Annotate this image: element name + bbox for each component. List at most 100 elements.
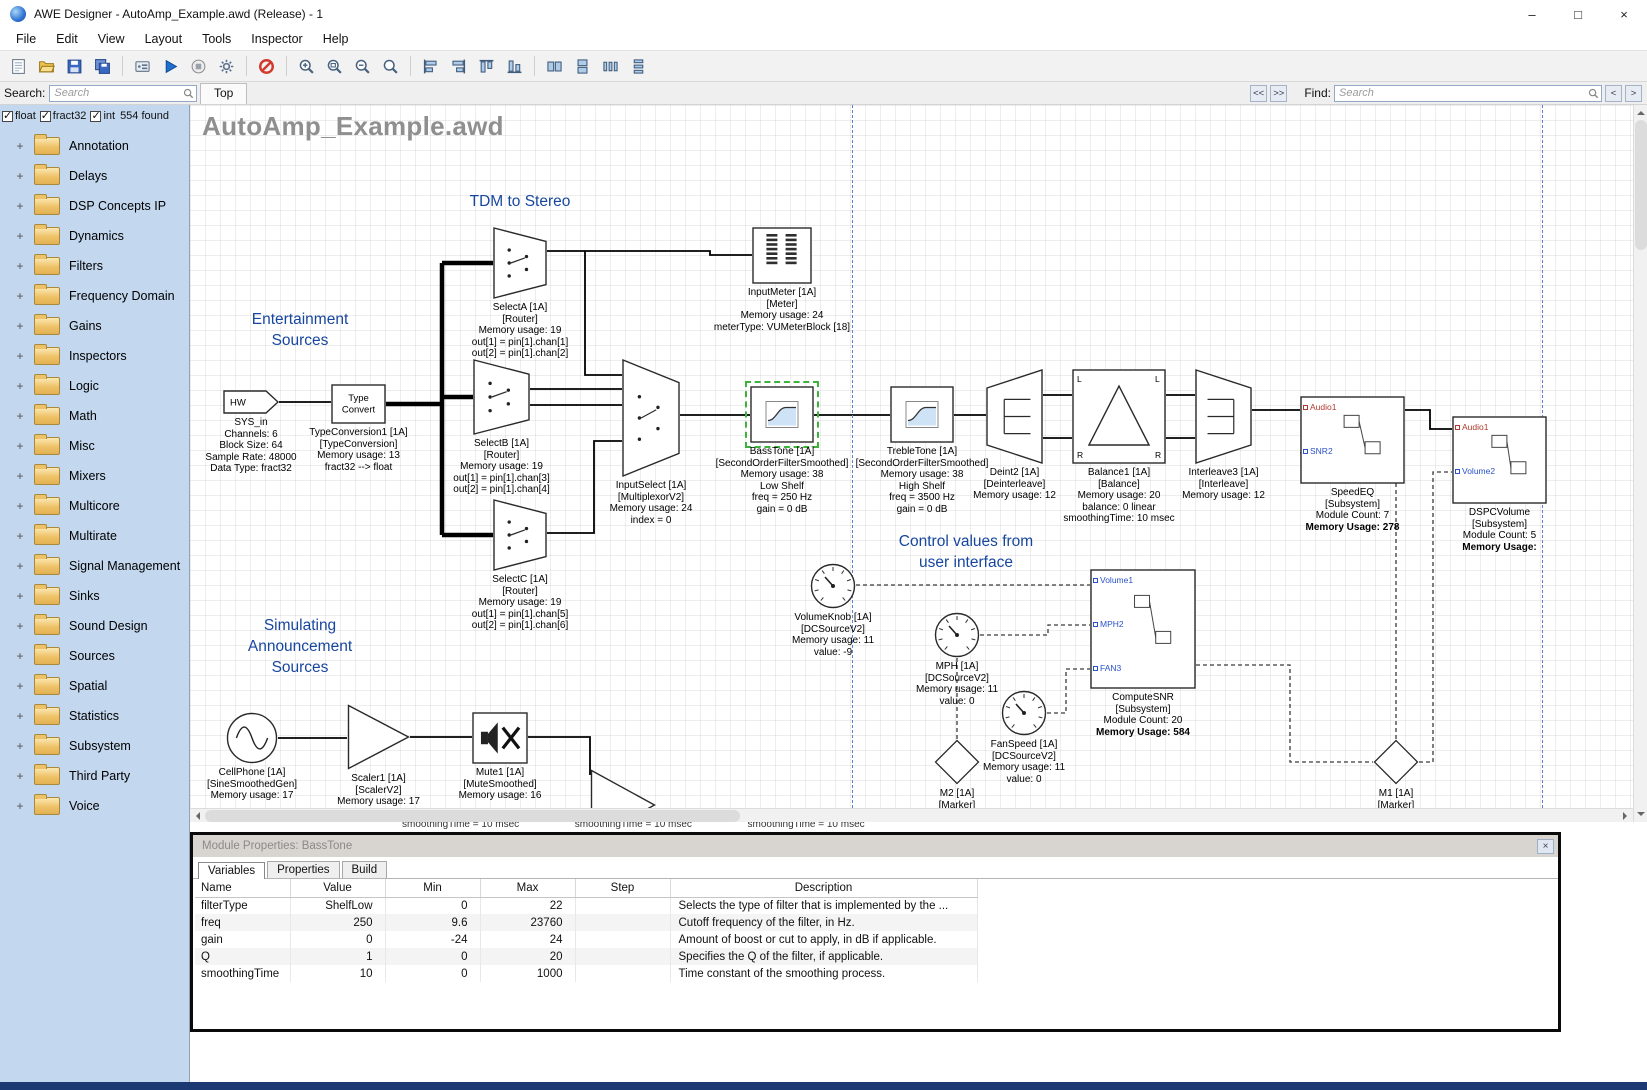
expand-icon[interactable]: + (15, 619, 25, 633)
block-sys-in[interactable]: HW (223, 390, 279, 414)
settings-button[interactable] (213, 53, 240, 79)
block-inputselect[interactable] (622, 359, 680, 477)
sidebar-item-frequency-domain[interactable]: +Frequency Domain (0, 281, 189, 311)
title-bar[interactable]: AWE Designer - AutoAmp_Example.awd (Rele… (0, 0, 1647, 28)
block-fanspeed[interactable] (1001, 690, 1047, 736)
checkbox-int[interactable] (90, 111, 101, 122)
sidebar-item-mixers[interactable]: +Mixers (0, 461, 189, 491)
align-bottom-button[interactable] (501, 53, 528, 79)
annotation-tdm-to-stereo[interactable]: TDM to Stereo (470, 191, 571, 212)
halt-button[interactable] (253, 53, 280, 79)
expand-icon[interactable]: + (15, 169, 25, 183)
scroll-left-button[interactable] (190, 809, 204, 823)
same-height-button[interactable] (569, 53, 596, 79)
expand-icon[interactable]: + (15, 649, 25, 663)
sidebar-item-annotation[interactable]: +Annotation (0, 131, 189, 161)
expand-icon[interactable]: + (15, 589, 25, 603)
same-width-button[interactable] (541, 53, 568, 79)
sidebar-item-sound-design[interactable]: +Sound Design (0, 611, 189, 641)
menu-layout[interactable]: Layout (135, 30, 193, 48)
expand-icon[interactable]: + (15, 289, 25, 303)
sidebar-item-filters[interactable]: +Filters (0, 251, 189, 281)
find-next-all-button[interactable]: >> (1270, 85, 1287, 102)
block-m1[interactable] (1373, 739, 1419, 785)
annotation-entertainment-sources[interactable]: Entertainment Sources (252, 309, 349, 351)
scroll-up-button[interactable] (1634, 105, 1647, 119)
filter-fract32[interactable]: fract32 (40, 110, 87, 122)
block-cellphone[interactable] (226, 712, 278, 764)
align-right-button[interactable] (445, 53, 472, 79)
block-deint2[interactable] (986, 369, 1043, 464)
expand-icon[interactable]: + (15, 409, 25, 423)
menu-inspector[interactable]: Inspector (241, 30, 312, 48)
sidebar-item-third-party[interactable]: +Third Party (0, 761, 189, 791)
block-speedeq[interactable]: Audio1SNR2 (1300, 396, 1405, 484)
build-button[interactable] (129, 53, 156, 79)
menu-file[interactable]: File (6, 30, 46, 48)
block-computesnr[interactable]: Volume1MPH2FAN3 (1090, 569, 1196, 689)
variable-row-smoothingtime[interactable]: smoothingTime1001000Time constant of the… (195, 965, 977, 982)
module-search-input[interactable] (49, 85, 197, 102)
save-button[interactable] (61, 53, 88, 79)
zoom-in-button[interactable] (293, 53, 320, 79)
block-m2[interactable] (934, 739, 980, 785)
scroll-down-button[interactable] (1634, 808, 1647, 822)
sidebar-item-inspectors[interactable]: +Inspectors (0, 341, 189, 371)
expand-icon[interactable]: + (15, 199, 25, 213)
new-button[interactable] (5, 53, 32, 79)
menu-help[interactable]: Help (313, 30, 359, 48)
var-value[interactable]: 10 (290, 965, 385, 982)
run-button[interactable] (157, 53, 184, 79)
expand-icon[interactable]: + (15, 259, 25, 273)
sidebar-item-logic[interactable]: +Logic (0, 371, 189, 401)
sidebar-item-gains[interactable]: +Gains (0, 311, 189, 341)
sidebar-item-signal-management[interactable]: +Signal Management (0, 551, 189, 581)
sidebar-item-subsystem[interactable]: +Subsystem (0, 731, 189, 761)
variable-row-freq[interactable]: freq2509.623760Cutoff frequency of the f… (195, 914, 977, 931)
sidebar-item-math[interactable]: +Math (0, 401, 189, 431)
expand-icon[interactable]: + (15, 379, 25, 393)
filter-float[interactable]: float (2, 110, 36, 122)
stop-button[interactable] (185, 53, 212, 79)
find-prev-button[interactable]: < (1605, 85, 1622, 102)
block-selectb[interactable] (473, 359, 530, 435)
expand-icon[interactable]: + (15, 799, 25, 813)
sidebar-item-multicore[interactable]: +Multicore (0, 491, 189, 521)
hscroll-thumb[interactable] (205, 810, 740, 822)
block-scaler1[interactable] (347, 704, 410, 770)
annotation-control-values[interactable]: Control values from user interface (899, 531, 1033, 573)
block-mute1[interactable] (472, 712, 528, 764)
expand-icon[interactable]: + (15, 469, 25, 483)
zoom-fit-button[interactable] (377, 53, 404, 79)
find-input[interactable] (1334, 85, 1602, 102)
expand-icon[interactable]: + (15, 439, 25, 453)
scroll-right-button[interactable] (1619, 809, 1633, 823)
expand-icon[interactable]: + (15, 679, 25, 693)
block-balance1[interactable]: LRLR (1072, 369, 1166, 464)
block-interleave3[interactable] (1195, 369, 1252, 464)
align-left-button[interactable] (417, 53, 444, 79)
block-selectc[interactable] (493, 499, 547, 571)
props-panel-titlebar[interactable]: Module Properties: BassTone × (193, 835, 1558, 857)
space-h-button[interactable] (597, 53, 624, 79)
zoom-region-button[interactable] (321, 53, 348, 79)
var-value[interactable]: 0 (290, 931, 385, 948)
space-v-button[interactable] (625, 53, 652, 79)
tab-top[interactable]: Top (200, 83, 247, 104)
canvas-hscrollbar[interactable] (190, 808, 1633, 822)
variable-row-filtertype[interactable]: filterTypeShelfLow022Selects the type of… (195, 897, 977, 914)
find-next-button[interactable]: > (1625, 85, 1642, 102)
tab-build[interactable]: Build (342, 861, 388, 878)
var-value[interactable]: 250 (290, 914, 385, 931)
menu-tools[interactable]: Tools (192, 30, 241, 48)
block-partial-block[interactable] (590, 769, 656, 808)
open-button[interactable] (33, 53, 60, 79)
vscroll-thumb[interactable] (1635, 120, 1647, 250)
block-volumeknob[interactable] (810, 563, 856, 609)
expand-icon[interactable]: + (15, 319, 25, 333)
block-dspcvolume[interactable]: Audio1Volume2 (1452, 416, 1547, 504)
checkbox-float[interactable] (2, 111, 13, 122)
expand-icon[interactable]: + (15, 499, 25, 513)
sidebar-item-sources[interactable]: +Sources (0, 641, 189, 671)
expand-icon[interactable]: + (15, 349, 25, 363)
